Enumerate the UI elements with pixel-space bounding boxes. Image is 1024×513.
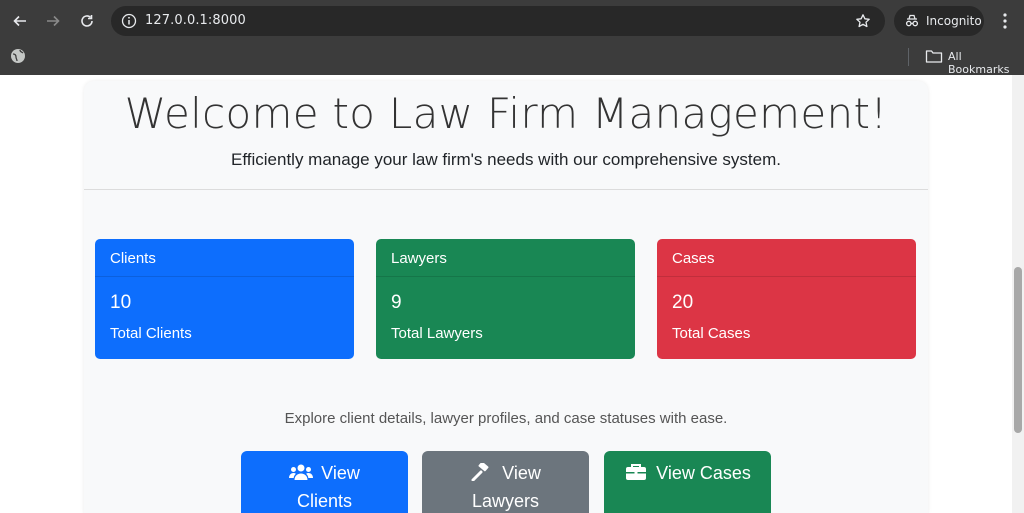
cases-count: 20 <box>672 292 694 313</box>
incognito-icon <box>905 14 919 27</box>
reload-button[interactable] <box>75 9 99 33</box>
explore-text: Explore client details, lawyer profiles,… <box>284 410 728 427</box>
lawyers-card: Lawyers 9 Total Lawyers <box>376 239 635 359</box>
lawyers-card-label: Total Lawyers <box>391 325 483 342</box>
view-clients-label-line2: Clients <box>296 491 353 511</box>
gavel-icon <box>471 463 489 481</box>
kebab-menu-icon[interactable] <box>995 10 1015 32</box>
back-button[interactable] <box>8 9 32 33</box>
lawyers-card-header: Lawyers <box>376 239 635 277</box>
reload-icon <box>81 15 93 27</box>
incognito-label: Incognito <box>926 14 982 28</box>
info-icon[interactable] <box>121 13 137 29</box>
divider <box>84 189 928 190</box>
clients-count: 10 <box>110 292 132 313</box>
forward-button[interactable] <box>41 9 65 33</box>
bookmarks-separator <box>908 48 909 66</box>
clients-card: Clients 10 Total Clients <box>95 239 354 359</box>
cases-card: Cases 20 Total Cases <box>657 239 916 359</box>
cases-card-header: Cases <box>657 239 916 277</box>
star-icon[interactable] <box>855 13 871 29</box>
page-subtitle: Efficiently manage your law firm's needs… <box>231 150 781 169</box>
arrow-left-icon <box>13 15 26 27</box>
globe-icon[interactable] <box>10 48 26 64</box>
arrow-right-icon <box>47 15 60 27</box>
url-text[interactable]: 127.0.0.1:8000 <box>145 13 246 28</box>
briefcase-icon <box>626 464 647 480</box>
all-bookmarks-link[interactable]: All Bookmarks <box>948 50 1024 76</box>
view-clients-label-line1: View <box>321 463 360 483</box>
incognito-badge[interactable]: Incognito <box>894 6 984 36</box>
lawyers-count: 9 <box>391 292 402 313</box>
page-title: Welcome to Law Firm Management! <box>124 89 888 138</box>
view-cases-button[interactable]: View Cases <box>604 451 771 513</box>
bookmarks-bar: All Bookmarks <box>0 42 1024 76</box>
welcome-panel: Welcome to Law Firm Management! Efficien… <box>84 81 928 513</box>
users-icon <box>289 464 314 480</box>
view-clients-button[interactable]: View Clients <box>241 451 408 513</box>
page-viewport: Welcome to Law Firm Management! Efficien… <box>0 75 1012 513</box>
cases-card-label: Total Cases <box>672 325 751 342</box>
view-lawyers-label-line1: View <box>502 463 541 483</box>
address-bar[interactable]: 127.0.0.1:8000 <box>111 6 885 36</box>
page-scrollbar[interactable] <box>1012 75 1024 513</box>
clients-card-label: Total Clients <box>110 325 192 342</box>
view-lawyers-button[interactable]: View Lawyers <box>422 451 589 513</box>
view-cases-label: View Cases <box>656 463 751 483</box>
browser-toolbar: 127.0.0.1:8000 Incognito <box>0 0 1024 42</box>
folder-icon[interactable] <box>925 48 943 64</box>
scrollbar-thumb[interactable] <box>1014 267 1022 433</box>
clients-card-header: Clients <box>95 239 354 277</box>
view-lawyers-label-line2: Lawyers <box>471 491 540 511</box>
